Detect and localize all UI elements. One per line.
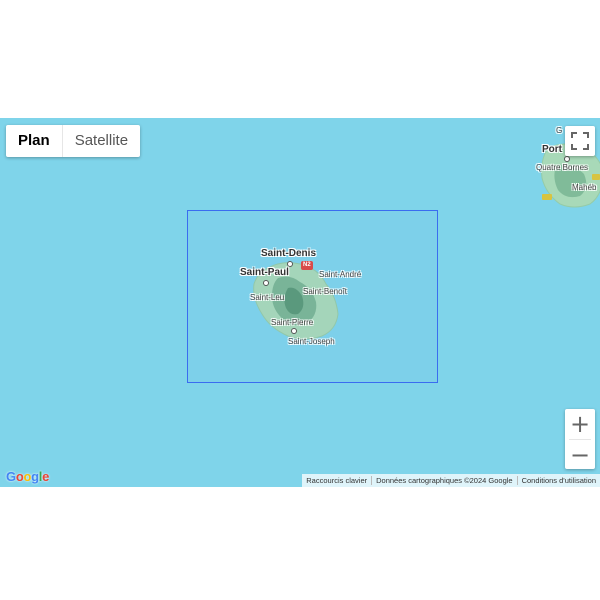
- zoom-control: + −: [565, 409, 595, 469]
- label-mahebourg: Mahéb: [572, 183, 597, 192]
- label-saint-joseph: Saint-Joseph: [288, 337, 335, 346]
- label-saint-leu: Saint-Leu: [250, 293, 285, 302]
- label-saint-pierre: Saint-Pierre: [271, 318, 314, 327]
- saint-pierre-marker: [291, 328, 297, 334]
- road-n2-badge: N2: [301, 261, 313, 270]
- plan-button[interactable]: Plan: [6, 125, 62, 157]
- google-logo-letter: o: [23, 469, 32, 484]
- port-louis-marker: [564, 156, 570, 162]
- label-mauritius-top: G: [556, 126, 563, 135]
- label-port-louis: Port: [542, 144, 562, 155]
- label-quatre-bornes: Quatre Bornes: [536, 163, 589, 172]
- map-type-control: Plan Satellite: [6, 125, 141, 157]
- bounding-rectangle: [187, 210, 438, 383]
- google-logo-letter: G: [6, 469, 16, 484]
- terms-link[interactable]: Conditions d'utilisation: [518, 474, 600, 487]
- label-saint-andre: Saint-André: [319, 270, 362, 279]
- map-data-text: Données cartographiques ©2024 Google: [376, 476, 513, 485]
- label-saint-paul: Saint-Paul: [240, 267, 289, 278]
- road-marker-1: [542, 194, 552, 200]
- zoom-out-button[interactable]: −: [565, 440, 595, 470]
- map-canvas[interactable]: Saint-Denis N2 Saint-Paul Saint-André Sa…: [0, 118, 600, 487]
- google-logo-letter: g: [31, 469, 39, 484]
- zoom-in-button[interactable]: +: [565, 409, 595, 439]
- road-marker-2: [592, 174, 600, 180]
- saint-paul-marker: [263, 280, 269, 286]
- satellite-button[interactable]: Satellite: [63, 125, 140, 157]
- google-logo: Google: [6, 469, 49, 484]
- label-saint-benoit: Saint-Benoît: [303, 287, 348, 296]
- label-saint-denis: Saint-Denis: [261, 248, 317, 259]
- fullscreen-button[interactable]: [565, 126, 595, 156]
- google-logo-letter: e: [42, 469, 50, 484]
- attribution-bar: Raccourcis clavier Données cartographiqu…: [302, 474, 600, 487]
- fullscreen-icon: [571, 132, 589, 150]
- keyboard-shortcuts-link[interactable]: Raccourcis clavier: [302, 474, 371, 487]
